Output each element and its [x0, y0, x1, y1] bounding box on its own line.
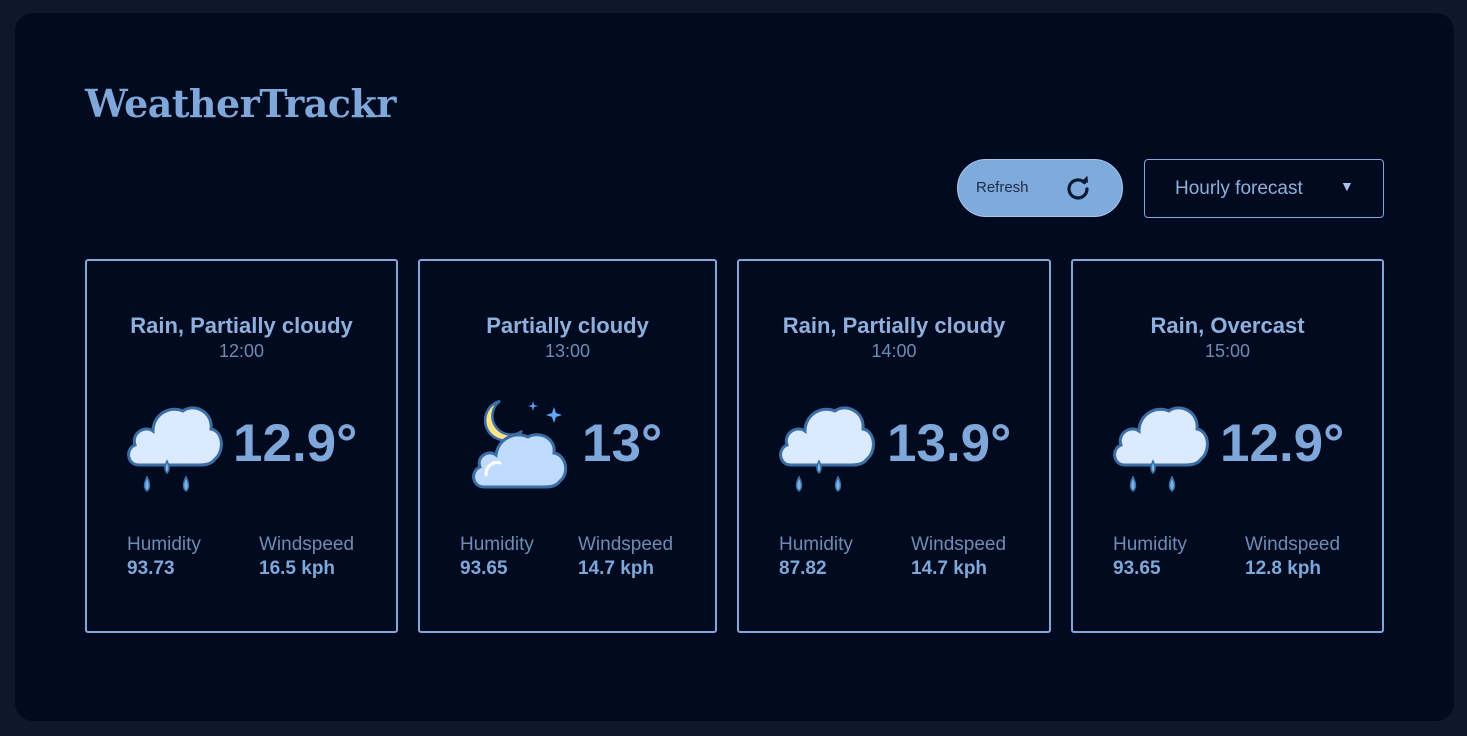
card-time: 14:00	[871, 341, 917, 361]
humidity-label: Humidity	[779, 534, 853, 555]
humidity-value: 93.65	[1113, 558, 1161, 579]
forecast-card: Rain, Overcast 15:00 12.9° Humidity 93.6…	[1071, 259, 1384, 633]
windspeed-value: 14.7 kph	[578, 558, 655, 579]
humidity-label: Humidity	[127, 534, 201, 555]
card-temperature: 12.9°	[233, 414, 358, 473]
forecast-card: Rain, Partially cloudy 12:00 12.9° Humid…	[85, 259, 398, 633]
card-condition: Rain, Partially cloudy	[782, 313, 1006, 338]
app-title: WeatherTrackr	[85, 81, 396, 126]
windspeed-value: 16.5 kph	[259, 558, 336, 579]
humidity-label: Humidity	[1113, 534, 1187, 555]
card-temperature: 12.9°	[1220, 414, 1345, 473]
card-time: 15:00	[1204, 341, 1251, 361]
windspeed-label: Windspeed	[911, 534, 1007, 555]
refresh-button[interactable]: Refresh	[957, 159, 1123, 217]
windspeed-label: Windspeed	[259, 534, 355, 555]
humidity-value: 87.82	[779, 558, 827, 579]
app-panel: WeatherTrackr Refresh Hourly forecast ▼ …	[15, 13, 1454, 721]
rain-cloud-icon	[127, 406, 223, 492]
card-condition: Partially cloudy	[486, 313, 649, 338]
card-condition: Rain, Partially cloudy	[130, 313, 353, 338]
refresh-button-label: Refresh	[976, 179, 1029, 196]
rain-cloud-icon	[1113, 406, 1209, 492]
card-temperature: 13.9°	[887, 414, 1012, 473]
humidity-value: 93.73	[127, 558, 175, 579]
card-time: 13:00	[544, 341, 591, 361]
refresh-icon	[1067, 175, 1089, 200]
windspeed-value: 14.7 kph	[911, 558, 988, 579]
windspeed-label: Windspeed	[578, 534, 674, 555]
chevron-down-icon: ▼	[1340, 178, 1354, 194]
forecast-card: Rain, Partially cloudy 14:00 13.9° Humid…	[737, 259, 1051, 633]
windspeed-value: 12.8 kph	[1245, 558, 1322, 579]
humidity-label: Humidity	[460, 534, 534, 555]
card-condition: Rain, Overcast	[1150, 313, 1305, 338]
card-temperature: 13°	[582, 414, 663, 473]
forecast-type-select[interactable]: Hourly forecast ▼	[1144, 159, 1384, 218]
forecast-type-select-value: Hourly forecast	[1175, 178, 1303, 199]
humidity-value: 93.65	[460, 558, 508, 579]
card-time: 12:00	[218, 341, 265, 361]
rain-cloud-icon	[779, 406, 875, 492]
windspeed-label: Windspeed	[1245, 534, 1341, 555]
forecast-card: Partially cloudy 13:00 13° Humidity 93.6…	[418, 259, 717, 633]
moon-cloud-icon	[472, 399, 568, 489]
